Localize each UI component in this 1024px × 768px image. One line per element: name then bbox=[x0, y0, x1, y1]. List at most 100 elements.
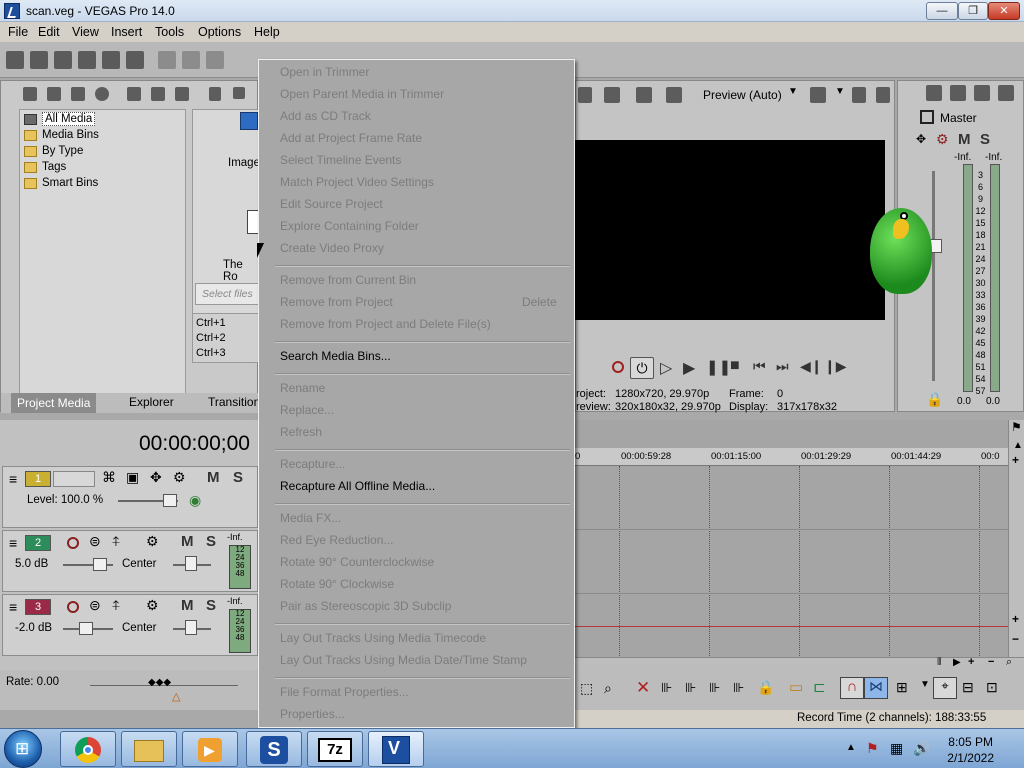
next-frame-icon[interactable]: ❙▶ bbox=[824, 358, 847, 375]
zoom-magnifier-icon[interactable]: ⌕ bbox=[1006, 656, 1012, 669]
menu-item-match-project-video-settings[interactable]: Match Project Video Settings bbox=[280, 175, 434, 189]
menu-insert[interactable]: Insert bbox=[111, 25, 142, 39]
track-name-field[interactable] bbox=[53, 471, 95, 487]
system-clock[interactable]: 8:05 PM 2/1/2022 bbox=[947, 734, 994, 766]
trim-icon[interactable]: ⊪ bbox=[661, 680, 672, 696]
trim-end-icon[interactable]: ⊪ bbox=[709, 680, 720, 696]
chevron-down-icon[interactable]: ▼ bbox=[835, 86, 845, 97]
track-motion-icon[interactable]: ▣ bbox=[126, 469, 139, 486]
preview-quality-dropdown[interactable]: Preview (Auto) bbox=[703, 88, 782, 102]
record-icon[interactable] bbox=[612, 361, 624, 373]
menu-item-remove-from-project-and-delete-file-s[interactable]: Remove from Project and Delete File(s) bbox=[280, 317, 491, 331]
split-icon[interactable]: ⊪ bbox=[733, 680, 744, 696]
track-3-solo-button[interactable]: S bbox=[206, 597, 216, 614]
snapping-magnet-icon[interactable]: ∩ bbox=[840, 677, 864, 699]
marker-flag-icon[interactable]: ⚑ bbox=[1011, 420, 1022, 434]
overlays-icon[interactable] bbox=[636, 87, 652, 103]
chrome-icon[interactable] bbox=[60, 731, 116, 767]
vegas-pro-icon[interactable]: V bbox=[368, 731, 424, 767]
properties-gear-icon[interactable] bbox=[126, 51, 144, 69]
track-2-solo-button[interactable]: S bbox=[206, 533, 216, 550]
menu-item-lay-out-tracks-using-media-timecode[interactable]: Lay Out Tracks Using Media Timecode bbox=[280, 631, 486, 645]
open-icon[interactable] bbox=[30, 51, 48, 69]
7zip-icon[interactable]: 7z bbox=[307, 731, 363, 767]
go-to-end-icon[interactable]: ⏭ bbox=[776, 358, 789, 375]
menu-item-explore-containing-folder[interactable]: Explore Containing Folder bbox=[280, 219, 419, 233]
menu-item-properties[interactable]: Properties... bbox=[280, 707, 345, 721]
level-slider-thumb[interactable] bbox=[163, 494, 177, 507]
menu-view[interactable]: View bbox=[72, 25, 99, 39]
track-menu-icon[interactable]: ≡ bbox=[9, 599, 17, 615]
menu-item-remove-from-project[interactable]: Remove from Project bbox=[280, 295, 393, 309]
downmix-icon[interactable] bbox=[998, 85, 1014, 101]
lock-event-icon[interactable]: 🔒 bbox=[757, 679, 774, 696]
menu-item-recapture-all-offline-media[interactable]: Recapture All Offline Media... bbox=[280, 479, 435, 493]
menu-item-open-in-trimmer[interactable]: Open in Trimmer bbox=[280, 65, 369, 79]
motion-blur-icon[interactable]: ⌘ bbox=[102, 469, 116, 486]
split-screen-icon[interactable] bbox=[604, 87, 620, 103]
save-as-icon[interactable] bbox=[78, 51, 96, 69]
preview-settings-gear-icon[interactable] bbox=[578, 87, 592, 103]
track-audio-3[interactable]: ≡ 3 ⊜ ⍏ ⚙ M S -Inf. -2.0 dB Center 12 24… bbox=[2, 594, 258, 656]
pan-slider-thumb[interactable] bbox=[185, 620, 197, 635]
menu-file[interactable]: File bbox=[8, 25, 28, 39]
stop-icon[interactable]: ■ bbox=[730, 357, 740, 375]
compositing-mode-icon[interactable]: ◉ bbox=[189, 492, 201, 509]
scroll-up-icon[interactable]: ▲ bbox=[1013, 440, 1023, 451]
tree-item-all-media[interactable]: All Media bbox=[24, 112, 96, 126]
track-1-solo-button[interactable]: S bbox=[233, 469, 243, 486]
lock-icon[interactable]: 🔒 bbox=[926, 391, 943, 408]
insert-bus-icon[interactable] bbox=[950, 85, 966, 101]
save-snapshot-icon[interactable] bbox=[876, 87, 890, 103]
play-preview-icon[interactable] bbox=[209, 87, 221, 101]
stop-preview-icon[interactable] bbox=[233, 87, 245, 99]
menu-item-rotate-90-clockwise[interactable]: Rotate 90° Clockwise bbox=[280, 577, 394, 591]
solo-button[interactable]: S bbox=[980, 131, 990, 148]
invert-phase-icon[interactable]: ⊜ bbox=[89, 533, 101, 550]
play-icon[interactable]: ▶ bbox=[683, 358, 695, 378]
zoom-in-horizontal-icon[interactable]: + bbox=[968, 656, 974, 668]
scroll-right-icon[interactable]: ▶ bbox=[953, 657, 961, 668]
media-fx-icon[interactable] bbox=[151, 87, 165, 101]
auto-crossfade-icon[interactable]: ⋈ bbox=[864, 677, 888, 699]
zoom-out-horizontal-icon[interactable]: − bbox=[988, 656, 994, 668]
insert-region-icon[interactable]: ⊏ bbox=[813, 678, 826, 696]
copy-snapshot-icon[interactable] bbox=[852, 87, 866, 103]
timeline-vertical-scrollbar[interactable]: ⚑ ▲ + + − bbox=[1008, 420, 1024, 660]
mute-speaker-icon[interactable] bbox=[974, 85, 990, 101]
lock-envelopes-icon[interactable]: ⌖ bbox=[933, 677, 957, 699]
paste-icon[interactable] bbox=[206, 51, 224, 69]
chevron-down-icon[interactable]: ▼ bbox=[788, 86, 798, 97]
zoom-tool-icon[interactable]: ⌕ bbox=[604, 680, 612, 697]
tree-item-media-bins[interactable]: Media Bins bbox=[24, 129, 99, 141]
auto-ripple-icon[interactable]: ⊞ bbox=[896, 679, 908, 696]
menu-tools[interactable]: Tools bbox=[155, 25, 184, 39]
explorer-icon[interactable] bbox=[121, 731, 177, 767]
menu-item-refresh[interactable]: Refresh bbox=[280, 425, 322, 439]
remove-icon[interactable] bbox=[127, 87, 141, 101]
menu-item-search-media-bins[interactable]: Search Media Bins... bbox=[280, 349, 391, 363]
menu-item-select-timeline-events[interactable]: Select Timeline Events bbox=[280, 153, 401, 167]
previous-frame-icon[interactable]: ◀❙ bbox=[800, 358, 823, 375]
pan-icon[interactable]: ✥ bbox=[916, 132, 926, 146]
menu-item-red-eye-reduction[interactable]: Red Eye Reduction... bbox=[280, 533, 393, 547]
loop-playback-icon[interactable]: ⏻ bbox=[630, 357, 654, 379]
video-fx-icon[interactable] bbox=[666, 87, 682, 103]
image-thumbnail-icon[interactable] bbox=[240, 112, 258, 130]
menu-item-recapture[interactable]: Recapture... bbox=[280, 457, 345, 471]
menu-item-replace[interactable]: Replace... bbox=[280, 403, 334, 417]
chevron-down-icon[interactable]: ▼ bbox=[920, 679, 930, 690]
track-audio-2[interactable]: ≡ 2 ⊜ ⍏ ⚙ M S -Inf. 5.0 dB Center 12 24 … bbox=[2, 530, 258, 592]
menu-item-rotate-90-counterclockwise[interactable]: Rotate 90° Counterclockwise bbox=[280, 555, 434, 569]
menu-item-open-parent-media-in-trimmer[interactable]: Open Parent Media in Trimmer bbox=[280, 87, 444, 101]
restore-button[interactable]: ❐ bbox=[958, 2, 988, 20]
audio-fx-icon[interactable]: ⍏ bbox=[112, 533, 120, 550]
tab-explorer[interactable]: Explorer bbox=[129, 395, 174, 409]
invert-phase-icon[interactable]: ⊜ bbox=[89, 597, 101, 614]
search-files-input[interactable]: Select files bbox=[195, 283, 259, 305]
track-menu-icon[interactable]: ≡ bbox=[9, 535, 17, 551]
cut-icon[interactable] bbox=[158, 51, 176, 69]
zoom-in-vertical-icon[interactable]: + bbox=[1012, 453, 1019, 467]
normal-edit-tool-icon[interactable]: ⬚ bbox=[580, 680, 593, 697]
media-player-icon[interactable]: ▶ bbox=[182, 731, 238, 767]
